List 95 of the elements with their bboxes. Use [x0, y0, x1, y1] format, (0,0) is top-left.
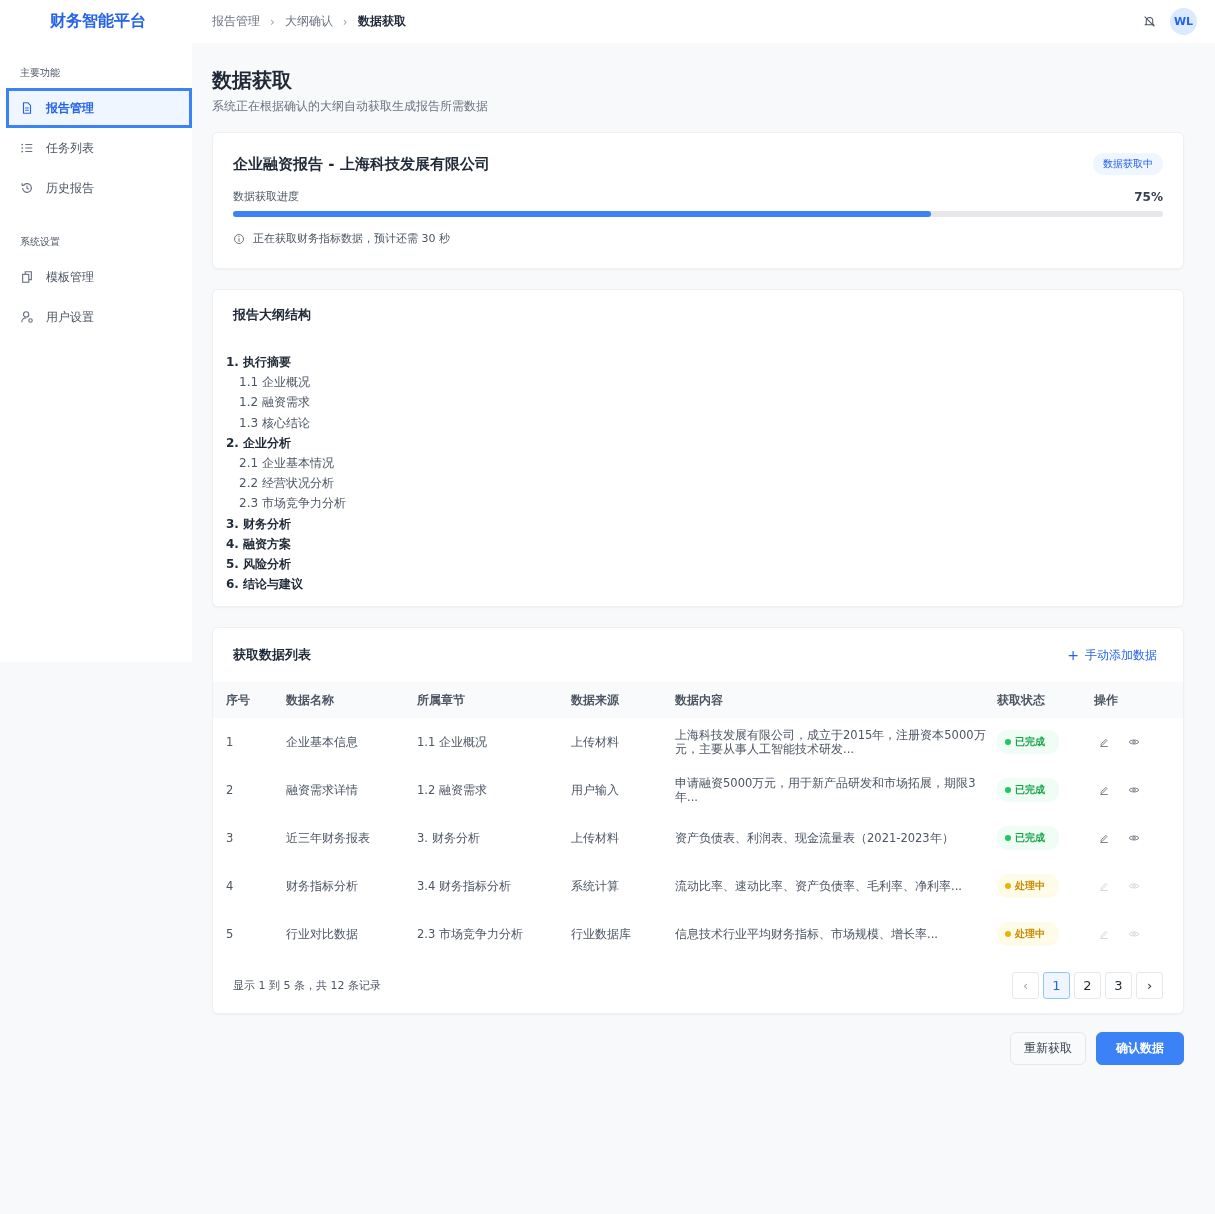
table-cell-text: 资产负债表、利润表、现金流量表（2021-2023年）: [675, 831, 955, 846]
status-tag: 已完成: [997, 730, 1059, 755]
plus-icon: +: [1067, 647, 1079, 664]
sidebar-item[interactable]: 用户设置: [6, 297, 192, 337]
outline-item: 4. 融资方案: [226, 535, 293, 553]
column-header: 数据来源: [571, 693, 620, 708]
outline-item: 2.2 经营状况分析: [238, 475, 335, 493]
user-avatar[interactable]: WL: [1170, 8, 1197, 35]
table-cell-text: 上海科技发展有限公司，成立于2015年，注册资本5000万元，主要从事人工智能技术研发...: [675, 728, 987, 757]
sidebar-item[interactable]: 报告管理: [6, 88, 192, 128]
table-cell-text: 3.4 财务指标分析: [417, 879, 512, 894]
edit-button[interactable]: [1098, 736, 1110, 749]
table-cell-text: 用户输入: [571, 783, 620, 798]
table-cell-text: 2.3 市场竞争力分析: [417, 927, 524, 942]
table-cell-text: 申请融资5000万元，用于新产品研发和市场拓展，期限3年...: [675, 776, 977, 805]
column-header: 序号: [226, 693, 251, 708]
table-cell-text: 1: [226, 735, 235, 750]
table-cell-text: 融资需求详情: [286, 783, 359, 798]
progress-reading: 75%: [1134, 189, 1163, 204]
history-icon: [20, 181, 34, 195]
page-button[interactable]: 2: [1074, 972, 1101, 1000]
sidebar-item[interactable]: 任务列表: [6, 128, 192, 168]
outline-item: 1.2 融资需求: [238, 394, 311, 412]
section-heading: 系统设置: [19, 235, 61, 249]
confirm-button[interactable]: 确认数据: [1096, 1032, 1184, 1066]
pencil-icon: [1098, 784, 1110, 797]
pencil-icon: [1098, 928, 1110, 941]
status-note: 正在获取财务指标数据，预计还需 30 秒: [253, 231, 450, 246]
table-cell-text: 3: [226, 831, 235, 846]
table-cell-text: 企业基本信息: [286, 735, 359, 750]
breadcrumb-separator: ›: [342, 14, 348, 29]
table-cell-text: 行业对比数据: [286, 927, 359, 942]
next-page-button[interactable]: ›: [1136, 972, 1163, 1000]
table-cell-text: 4: [226, 879, 235, 894]
document-icon: [20, 101, 34, 115]
column-header: 数据内容: [675, 693, 724, 708]
table-cell-text: 1.1 企业概况: [417, 735, 488, 750]
breadcrumb-link[interactable]: 报告管理: [212, 13, 260, 30]
sidebar-item[interactable]: 历史报告: [6, 168, 192, 208]
status-tag: 已完成: [997, 826, 1059, 851]
page-title: 数据获取: [212, 67, 293, 93]
edit-button[interactable]: [1098, 784, 1110, 797]
outline-item: 1. 执行摘要: [226, 354, 293, 371]
card-title: 企业融资报告 - 上海科技发展有限公司: [233, 154, 490, 174]
pencil-icon: [1098, 736, 1110, 749]
table-cell-text: 系统计算: [571, 879, 620, 894]
column-header: 所属章节: [417, 693, 466, 708]
app-title: 财务智能平台: [49, 11, 147, 32]
table-cell-text: 信息技术行业平均财务指标、市场规模、增长率...: [675, 927, 939, 942]
section-heading: 主要功能: [19, 66, 61, 80]
outline-item: 2. 企业分析: [226, 434, 293, 452]
list-icon: [20, 141, 34, 155]
table-cell-text: 行业数据库: [571, 927, 632, 942]
status-tag: 处理中: [997, 922, 1059, 947]
column-header: 数据名称: [286, 693, 335, 708]
table-cell-text: 近三年财务报表: [286, 831, 371, 846]
outline-item: 5. 风险分析: [226, 556, 293, 574]
table-cell-text: 1.2 融资需求: [417, 783, 488, 798]
sidebar-item[interactable]: 模板管理: [6, 257, 192, 297]
table-cell-text: 3. 财务分析: [417, 831, 481, 846]
card-title: 获取数据列表: [233, 646, 311, 665]
outline-item: 6. 结论与建议: [226, 576, 305, 594]
outline-item: 3. 财务分析: [226, 515, 293, 533]
table-cell-text: 上传材料: [571, 735, 620, 750]
retry-button[interactable]: 重新获取: [1010, 1032, 1086, 1066]
table-cell-text: 上传材料: [571, 831, 620, 846]
page-button[interactable]: 1: [1043, 972, 1070, 1000]
status-tag: 处理中: [997, 874, 1059, 899]
copy-icon: [20, 270, 34, 284]
outline-item: 1.3 核心结论: [238, 414, 311, 432]
outline-item: 2.1 企业基本情况: [238, 455, 335, 472]
column-header: 获取状态: [997, 693, 1046, 708]
card-title: 报告大纲结构: [233, 306, 312, 324]
breadcrumb-separator: ›: [270, 14, 275, 29]
pencil-icon: [1098, 880, 1110, 893]
add-data-link[interactable]: + 手动添加数据: [1067, 646, 1157, 664]
column-header: 操作: [1094, 693, 1119, 708]
progress-label: 数据获取进度: [233, 189, 299, 204]
user-icon: [20, 310, 34, 324]
table-cell-text: 流动比率、速动比率、资产负债率、毛利率、净利率...: [675, 879, 963, 894]
outline-item: 1.1 企业概况: [238, 374, 311, 392]
table-cell-text: 财务指标分析: [286, 879, 359, 894]
table-cell-text: 2: [226, 783, 235, 798]
page-subtitle: 系统正在根据确认的大纲自动获取生成报告所需数据: [212, 99, 489, 114]
page-button[interactable]: 3: [1105, 972, 1132, 1000]
notification-off-icon: [1143, 15, 1156, 28]
outline-item: 2.3 市场竞争力分析: [238, 495, 347, 513]
status-tag: 已完成: [997, 778, 1059, 803]
breadcrumb-link[interactable]: 大纲确认: [284, 13, 333, 30]
edit-button[interactable]: [1098, 832, 1110, 845]
pencil-icon: [1098, 832, 1110, 845]
record-summary: 显示 1 到 5 条，共 12 条记录: [233, 978, 381, 994]
info-icon: [233, 232, 245, 245]
status-badge: 数据获取中: [1093, 153, 1163, 175]
table-cell-text: 5: [226, 927, 235, 942]
